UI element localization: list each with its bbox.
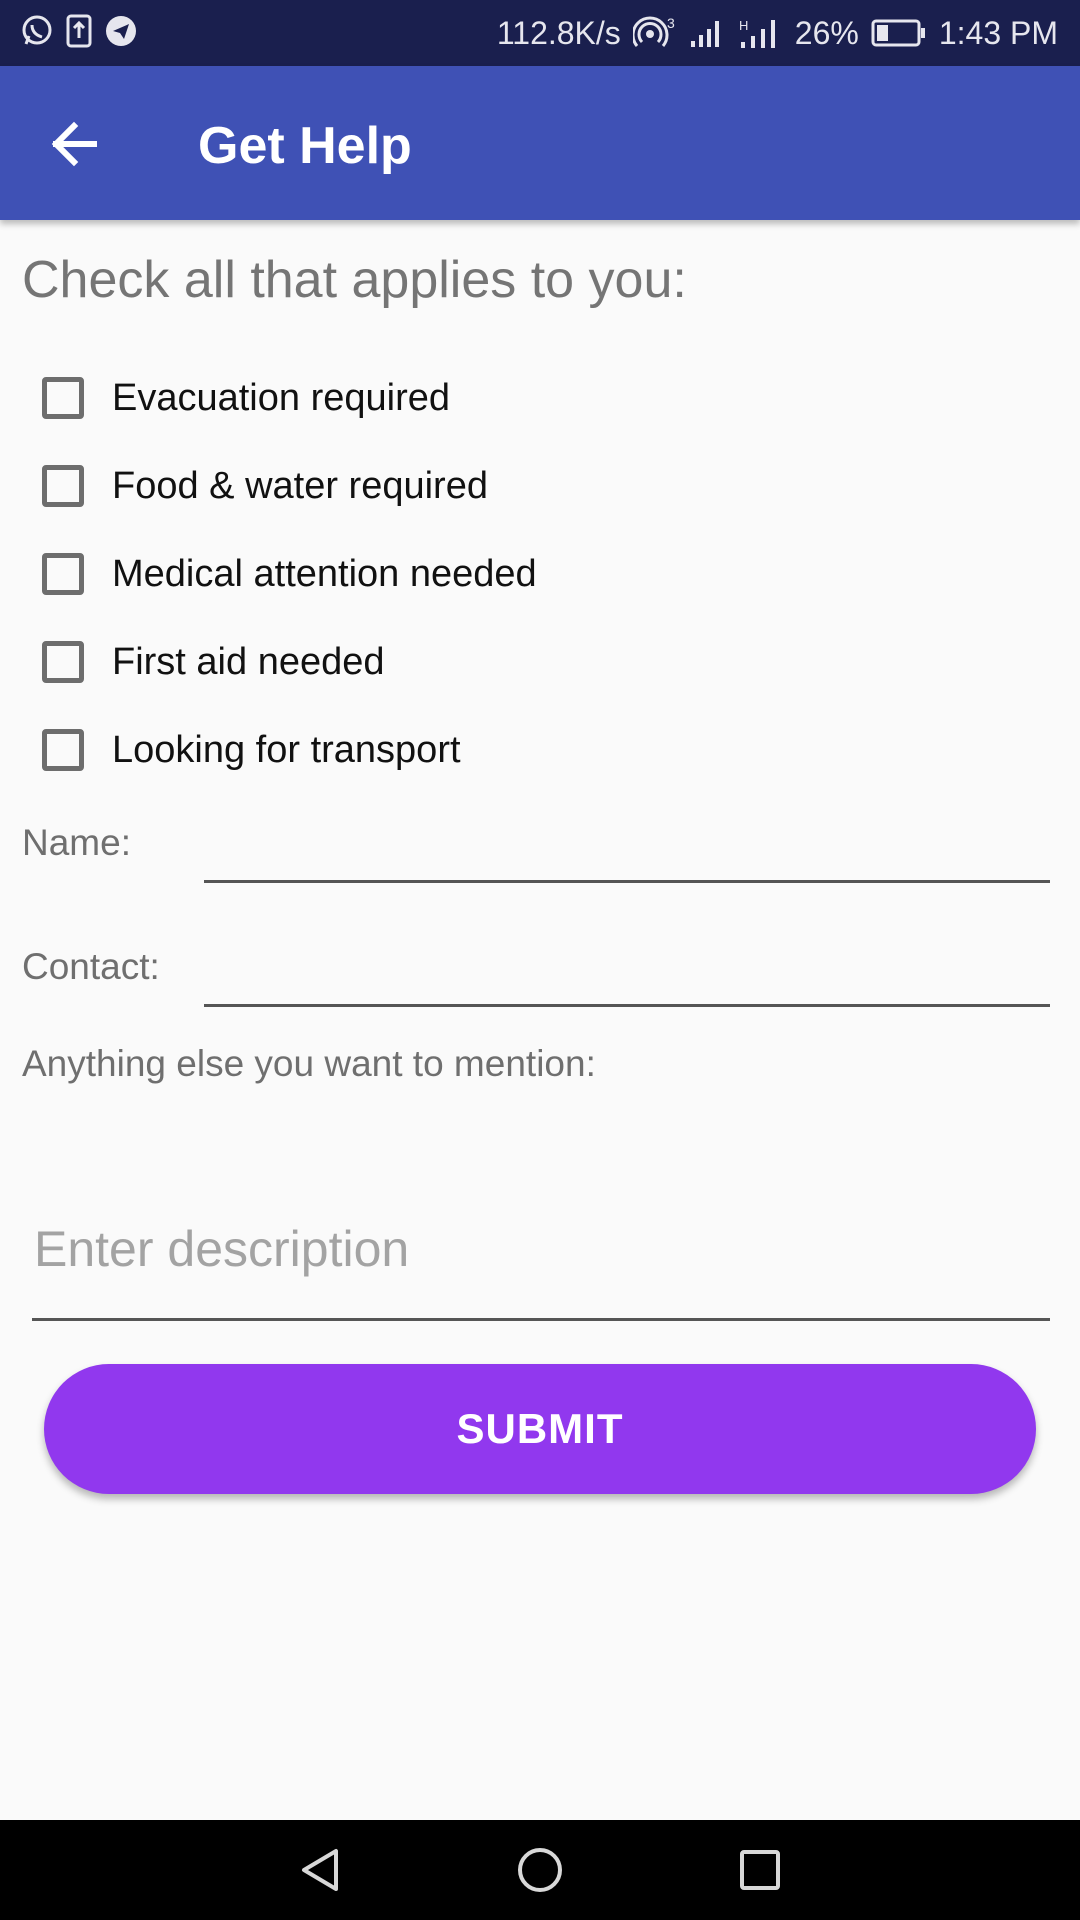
checkbox-list: Evacuation required Food & water require…	[40, 354, 537, 794]
checkbox-box[interactable]	[42, 465, 84, 507]
battery-percent: 26%	[794, 14, 859, 51]
submit-button[interactable]: SUBMIT	[44, 1364, 1036, 1494]
svg-text:H: H	[739, 18, 748, 33]
contact-input[interactable]	[204, 942, 1050, 1007]
arrow-back-icon	[51, 121, 97, 167]
nav-recents-button[interactable]	[735, 1845, 785, 1900]
checkbox-first-aid[interactable]: First aid needed	[40, 618, 537, 706]
checkbox-box[interactable]	[42, 641, 84, 683]
checkbox-transport[interactable]: Looking for transport	[40, 706, 537, 794]
hotspot-icon: 3	[632, 16, 677, 50]
checkbox-label: Looking for transport	[112, 728, 461, 771]
network-speed: 112.8K/s	[496, 14, 621, 51]
contact-label: Contact:	[22, 946, 160, 987]
checkbox-food-water[interactable]: Food & water required	[40, 442, 537, 530]
checkbox-label: Medical attention needed	[112, 552, 537, 595]
name-label: Name:	[22, 822, 131, 863]
checkbox-box[interactable]	[42, 377, 84, 419]
home-circle-icon	[518, 1848, 562, 1892]
checkbox-box[interactable]	[42, 729, 84, 771]
recents-square-icon	[740, 1850, 780, 1890]
nav-back-button[interactable]	[296, 1845, 346, 1900]
mention-label: Anything else you want to mention:	[22, 1043, 596, 1084]
name-input[interactable]	[204, 818, 1050, 883]
description-input[interactable]	[32, 1180, 1050, 1321]
back-triangle-icon	[302, 1849, 338, 1891]
upload-icon	[66, 14, 92, 48]
clock: 1:43 PM	[938, 14, 1058, 51]
page-title: Get Help	[198, 117, 412, 175]
battery-icon	[871, 19, 927, 47]
checkbox-label: First aid needed	[112, 640, 385, 683]
signal-icon	[689, 17, 725, 49]
checkbox-medical-attention[interactable]: Medical attention needed	[40, 530, 537, 618]
signal-h-icon: H	[737, 16, 783, 50]
notification-icons	[20, 14, 138, 48]
app-bar: Get Help	[0, 66, 1080, 220]
checkbox-label: Evacuation required	[112, 376, 450, 419]
hotspot-count: 3	[667, 16, 675, 31]
status-indicators: 112.8K/s 3 H 26% 1:43 PM	[497, 0, 1058, 66]
form-heading: Check all that applies to you:	[22, 251, 687, 309]
back-button[interactable]	[44, 114, 108, 174]
checkbox-label: Food & water required	[112, 464, 488, 507]
checkbox-box[interactable]	[42, 553, 84, 595]
status-bar: 112.8K/s 3 H 26% 1:43 PM	[0, 0, 1080, 66]
navigation-bar	[0, 1820, 1080, 1920]
checkbox-evacuation[interactable]: Evacuation required	[40, 354, 537, 442]
telegram-icon	[104, 14, 138, 48]
whatsapp-icon	[20, 14, 54, 48]
nav-home-button[interactable]	[515, 1845, 565, 1900]
